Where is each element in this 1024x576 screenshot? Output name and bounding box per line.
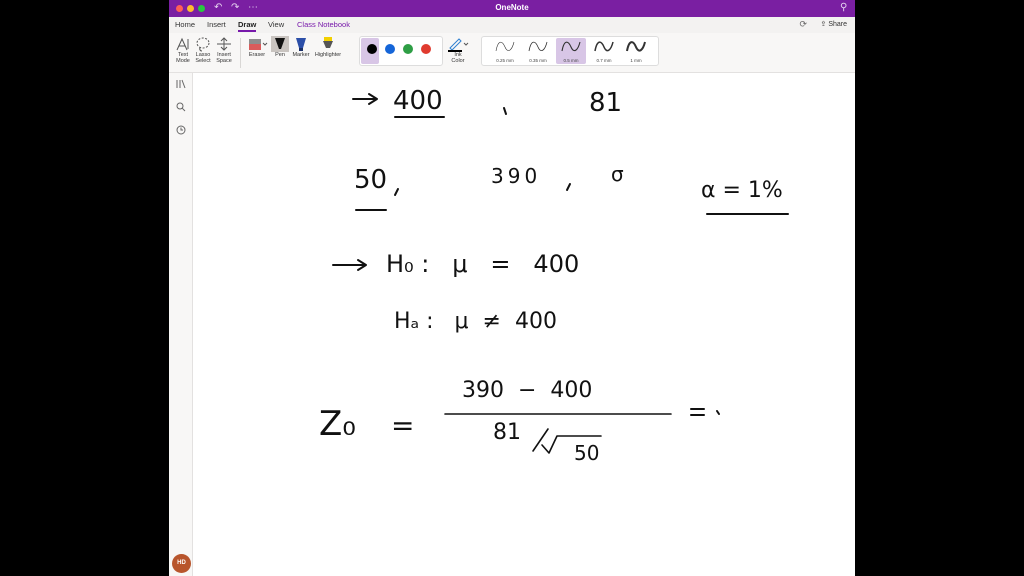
handwritten-alt-hypothesis: Hₐ : μ ≠ 400 (394, 309, 557, 334)
stroke-label: 1 mm (630, 58, 642, 63)
ribbon-tabs: Home Insert Draw View Class Notebook ⟳ ⇪… (169, 17, 855, 33)
stroke-label: 0.35 mm (529, 58, 547, 63)
equals-sign (690, 408, 705, 416)
share-label: Share (828, 21, 847, 28)
red-swatch[interactable] (421, 44, 431, 54)
notifications-icon[interactable]: ⚲ (840, 2, 847, 14)
text-mode-button[interactable]: Text Mode (173, 36, 193, 64)
search-icon[interactable] (176, 102, 186, 112)
highlighter-button[interactable]: Highlighter (312, 36, 344, 58)
stroke-width-gallery: 0.25 mm 0.35 mm 0.5 mm 0.7 mm 1 mm (481, 36, 659, 66)
left-sidebar: HD (169, 73, 193, 576)
tab-home[interactable]: Home (175, 20, 195, 29)
ink-color-button[interactable]: Ink Color (447, 36, 469, 64)
lasso-icon (196, 37, 210, 52)
ink-layer: 400 81 50 390 σ α = 1% H₀ : μ = 400 Hₐ :… (319, 86, 789, 465)
handwritten-null-hypothesis: H₀ : μ = 400 (386, 250, 579, 278)
stroke-0-25mm[interactable]: 0.25 mm (490, 38, 520, 64)
share-button[interactable]: ⇪ Share (821, 20, 848, 28)
arrow-mark (332, 259, 367, 271)
insert-space-label-2: Space (216, 58, 232, 64)
handwritten-sigma-value: 81 (493, 420, 521, 445)
cursor-mark (716, 410, 720, 415)
insert-space-icon (217, 37, 231, 51)
avatar[interactable]: HD (172, 554, 191, 573)
stroke-sample-icon (561, 41, 581, 52)
division-slash (532, 428, 549, 452)
handwritten-value: 50 (354, 165, 387, 195)
text-mode-icon (176, 37, 189, 51)
tab-draw[interactable]: Draw (238, 20, 257, 32)
comma-mark (503, 107, 507, 115)
text-mode-label-2: Mode (176, 58, 190, 64)
arrow-mark (352, 93, 378, 105)
recent-icon[interactable] (176, 125, 186, 135)
ribbon-divider (240, 38, 241, 68)
blue-swatch[interactable] (385, 44, 395, 54)
marker-icon (296, 38, 306, 51)
handwritten-z0: Z₀ (319, 404, 356, 444)
highlighter-label: Highlighter (314, 52, 342, 58)
eraser-label: Eraser (248, 52, 266, 58)
note-canvas[interactable]: 400 81 50 390 σ α = 1% H₀ : μ = 400 Hₐ :… (193, 73, 855, 576)
handwritten-symbol: σ (611, 162, 624, 186)
marker-button[interactable]: Marker (290, 36, 312, 58)
stroke-0-5mm[interactable]: 0.5 mm (556, 38, 586, 64)
handwritten-numerator: 390 − 400 (462, 378, 592, 403)
black-swatch[interactable] (367, 44, 377, 54)
handwritten-n-value: 50 (574, 441, 599, 465)
insert-space-button[interactable]: Insert Space (213, 36, 235, 64)
stroke-0-7mm[interactable]: 0.7 mm (589, 38, 619, 64)
equals-sign-text: = (391, 409, 414, 442)
eraser-icon (249, 39, 268, 50)
lasso-select-button[interactable]: Lasso Select (193, 36, 213, 64)
pen-icon (271, 36, 289, 52)
stroke-label: 0.5 mm (563, 58, 579, 63)
tab-view[interactable]: View (268, 20, 284, 29)
handwritten-value: 81 (589, 88, 622, 118)
onenote-window: ↶ ↷ ⋯ OneNote ⚲ Home Insert Draw View Cl… (169, 0, 855, 576)
stroke-sample-icon (626, 41, 646, 52)
handwritten-value: 400 (393, 86, 443, 116)
app-title: OneNote (495, 3, 529, 12)
stroke-label: 0.7 mm (596, 58, 612, 63)
highlighter-icon (323, 37, 333, 48)
notebooks-icon[interactable] (176, 79, 186, 89)
pen-label: Pen (275, 52, 285, 58)
stroke-sample-icon (495, 41, 515, 52)
sync-icon[interactable]: ⟳ (799, 19, 807, 30)
ink-color-label-2: Color (451, 58, 465, 64)
pen-button[interactable]: Pen (270, 36, 290, 58)
handwritten-value: 390 (491, 164, 541, 188)
marker-label: Marker (292, 52, 310, 58)
lasso-select-label-2: Select (195, 58, 211, 64)
tab-class-notebook[interactable]: Class Notebook (297, 20, 350, 29)
title-bar: ↶ ↷ ⋯ OneNote ⚲ (169, 0, 855, 17)
stroke-1mm[interactable]: 1 mm (621, 38, 651, 64)
comma-mark (566, 183, 571, 191)
stroke-sample-icon (528, 41, 548, 52)
comma-mark (394, 188, 399, 196)
tab-insert[interactable]: Insert (207, 20, 226, 29)
draw-ribbon: Text Mode Lasso Select Insert Space Eras… (169, 33, 855, 73)
ink-color-icon (448, 38, 469, 52)
eraser-button[interactable]: Eraser (245, 36, 269, 58)
stroke-sample-icon (594, 41, 614, 52)
stroke-label: 0.25 mm (496, 58, 514, 63)
stroke-0-35mm[interactable]: 0.35 mm (523, 38, 553, 64)
handwritten-equation: α = 1% (701, 178, 783, 203)
green-swatch[interactable] (403, 44, 413, 54)
